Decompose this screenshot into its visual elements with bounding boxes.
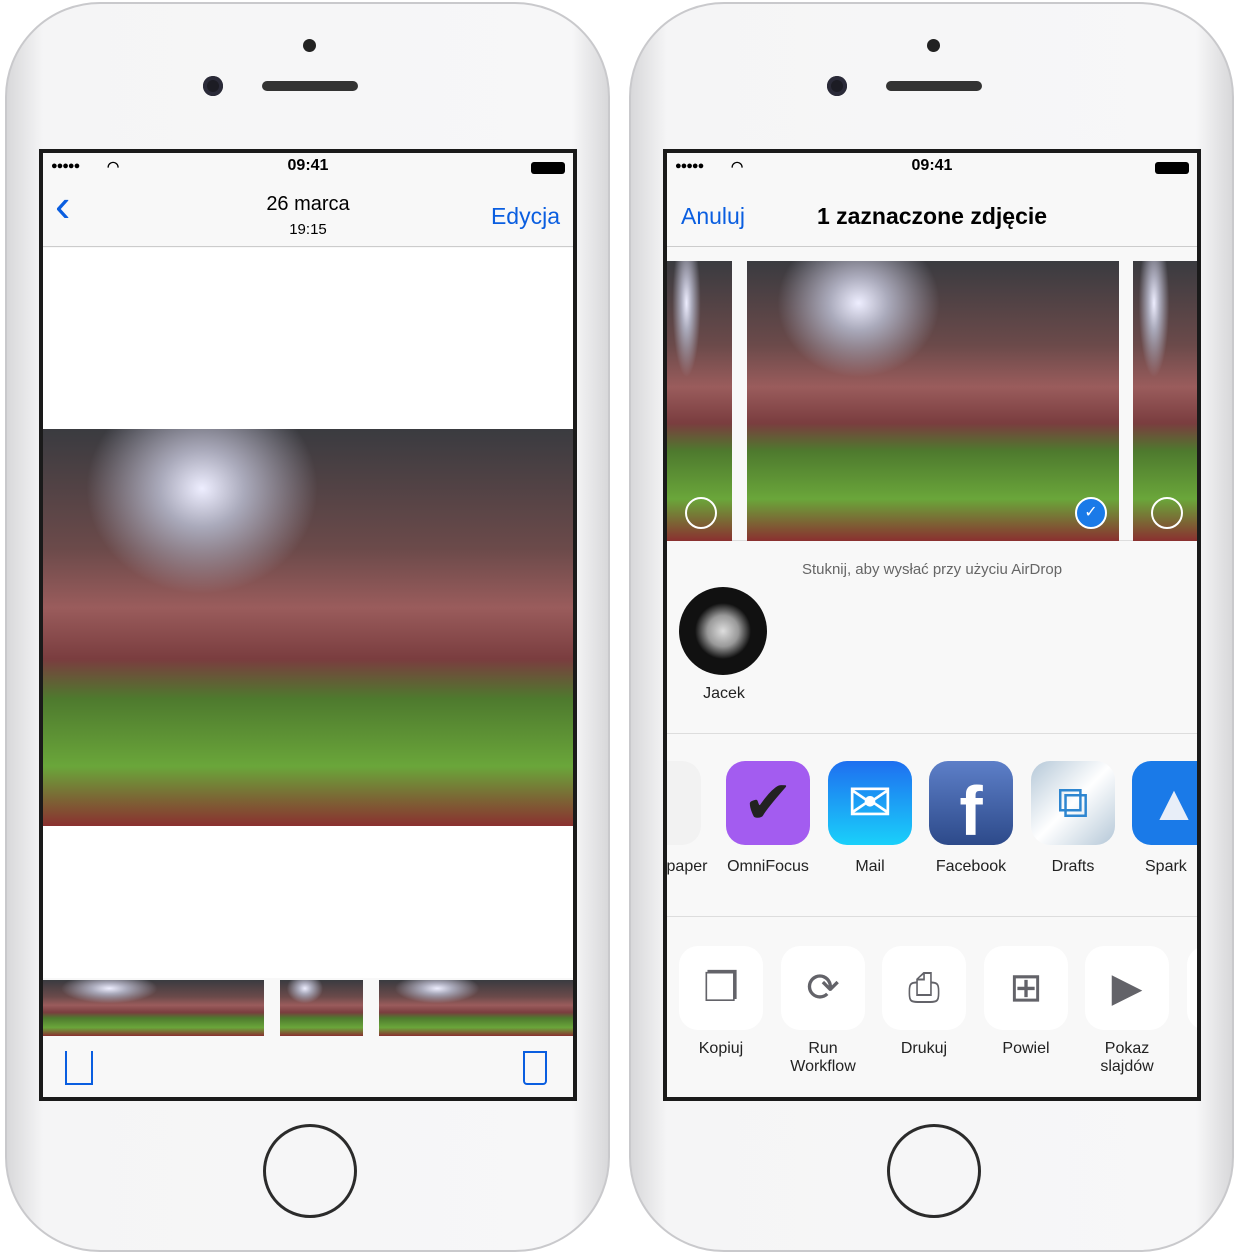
contact-name: Jacek xyxy=(703,685,745,702)
actions-row: ❐ Kopiuj ⟳ Run Workflow ⎙ Drukuj ⊞ Powie… xyxy=(667,918,1197,1097)
nav-bar: Anuluj 1 zaznaczone zdjęcie xyxy=(667,177,1197,247)
speaker xyxy=(886,81,982,91)
unchecked-circle[interactable] xyxy=(1151,497,1183,529)
nav-bar: ‹ 26 marca 19:15 Edycja xyxy=(43,177,573,247)
signal-icon: ●●●●● xyxy=(51,160,80,172)
app-icon-paper[interactable] xyxy=(667,761,701,845)
signal-icon: ●●●●● xyxy=(675,160,704,172)
duplicate-icon[interactable]: ⊞ xyxy=(984,946,1068,1030)
photo-thumb-selected[interactable]: ✓ xyxy=(747,261,1119,541)
thumbnails[interactable] xyxy=(43,980,265,1036)
action-label: Run Workflow xyxy=(790,1040,856,1075)
photo-thumb[interactable] xyxy=(667,261,732,541)
action-label: Powiel xyxy=(1002,1040,1050,1057)
unchecked-circle[interactable] xyxy=(685,497,717,529)
action-label: Drukuj xyxy=(900,1040,948,1057)
app-label: paper xyxy=(666,858,708,875)
trash-icon[interactable] xyxy=(523,1051,547,1085)
share-icon[interactable] xyxy=(65,1051,93,1085)
home-button[interactable] xyxy=(887,1124,981,1218)
bottom-toolbar xyxy=(43,1037,573,1097)
copy-icon[interactable]: ❐ xyxy=(679,946,763,1030)
wifi-icon: ◠ xyxy=(107,158,120,174)
airdrop-contact[interactable]: Jacek xyxy=(679,587,769,703)
thumbnails[interactable] xyxy=(379,980,573,1036)
speaker xyxy=(262,81,358,91)
spark-icon[interactable]: ▲ xyxy=(1132,761,1197,845)
home-button[interactable] xyxy=(263,1124,357,1218)
clock: 09:41 xyxy=(911,157,953,174)
sensor xyxy=(927,39,940,52)
drafts-icon[interactable]: ⧉ xyxy=(1031,761,1115,845)
omnifocus-icon[interactable]: ✔ xyxy=(726,761,810,845)
stadium-photo[interactable] xyxy=(43,429,573,826)
nav-title: 1 zaznaczone zdjęcie xyxy=(816,203,1048,229)
app-label: Spark xyxy=(1145,858,1187,875)
front-camera xyxy=(827,76,847,96)
photo-area xyxy=(43,248,573,978)
avatar xyxy=(679,587,767,675)
status-bar: ●●●●● ◠ 09:41 xyxy=(43,153,573,177)
app-label: Mail xyxy=(855,858,885,875)
action-label: Kopiuj xyxy=(698,1040,744,1057)
app-label: Facebook xyxy=(935,858,1007,875)
refresh-icon[interactable]: ⟳ xyxy=(781,946,865,1030)
app-label: OmniFocus xyxy=(727,858,809,875)
left-screen: ●●●●● ◠ 09:41 ‹ 26 marca 19:15 Edycja xyxy=(39,149,577,1101)
status-bar: ●●●●● ◠ 09:41 xyxy=(667,153,1197,177)
front-camera xyxy=(203,76,223,96)
wifi-icon: ◠ xyxy=(731,158,744,174)
more-action[interactable] xyxy=(1187,946,1197,1030)
checkmark-icon[interactable]: ✓ xyxy=(1075,497,1107,529)
battery-icon xyxy=(1155,162,1189,174)
airdrop-hint: Stuknij, aby wysłać przy użyciu AirDrop xyxy=(801,561,1063,578)
mail-icon[interactable]: ✉ xyxy=(828,761,912,845)
photo-picker[interactable]: ✓ xyxy=(667,261,1197,541)
current-thumbnail[interactable] xyxy=(280,980,364,1036)
action-label: Pokaz slajdów xyxy=(1100,1040,1154,1075)
print-icon[interactable]: ⎙ xyxy=(882,946,966,1030)
play-icon[interactable]: ▶ xyxy=(1085,946,1169,1030)
photo-thumb[interactable] xyxy=(1133,261,1197,541)
facebook-icon[interactable]: f xyxy=(929,761,1013,850)
app-label: Drafts xyxy=(1051,858,1095,875)
clock: 09:41 xyxy=(287,157,329,174)
apps-row: paper ✔ OmniFocus ✉ Mail f Facebook ⧉ Dr… xyxy=(667,733,1197,917)
edit-button[interactable]: Edycja xyxy=(491,203,560,230)
battery-icon xyxy=(531,162,565,174)
right-screen: ●●●●● ◠ 09:41 Anuluj 1 zaznaczone zdjęci… xyxy=(663,149,1201,1101)
sensor xyxy=(303,39,316,52)
thumbnail-strip[interactable] xyxy=(43,980,573,1036)
